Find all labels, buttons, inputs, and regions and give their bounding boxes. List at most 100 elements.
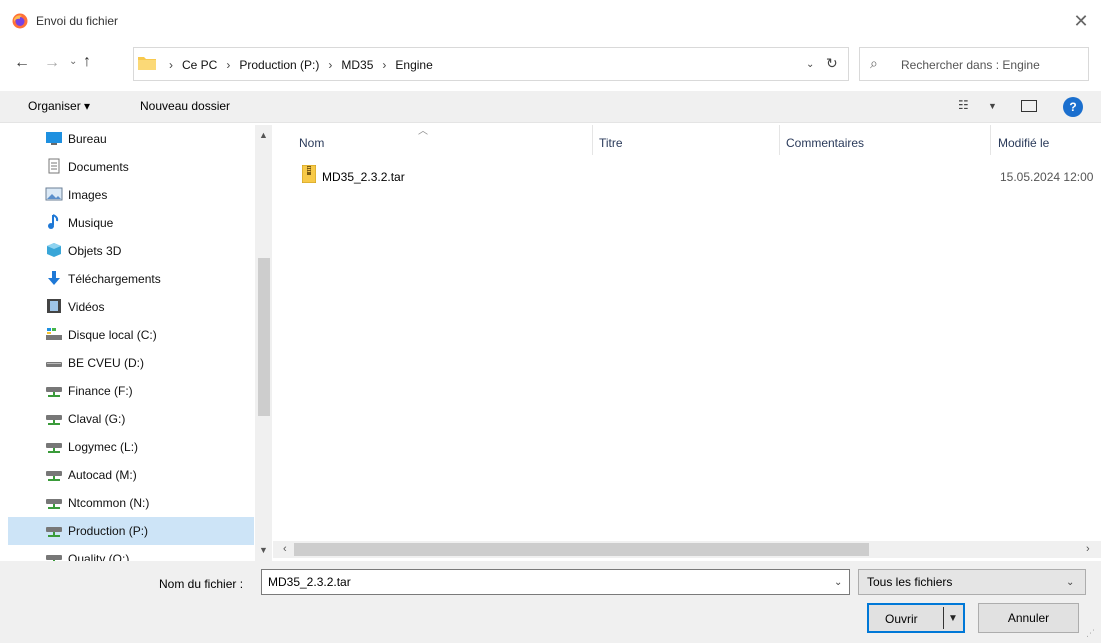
sidebar-item-documents[interactable]: Documents (8, 153, 254, 181)
column-divider[interactable] (592, 125, 593, 155)
close-icon: ✕ (1073, 11, 1089, 31)
title-bar (0, 0, 1101, 42)
desktop-icon (45, 130, 63, 146)
open-button-label: Ouvrir (885, 612, 918, 626)
preview-pane-icon[interactable] (1021, 100, 1037, 112)
sidebar-item-label: Bureau (68, 132, 107, 146)
sidebar-item-images[interactable]: Images (8, 181, 254, 209)
chevron-down-icon: ⌄ (806, 59, 815, 70)
documents-icon (45, 158, 63, 174)
up-button[interactable]: ↑ (83, 53, 91, 71)
column-header-modified[interactable]: Modifié le (998, 136, 1049, 150)
scroll-up-icon[interactable]: ▲ (259, 130, 268, 140)
filename-label: Nom du fichier : (159, 577, 244, 591)
file-modified-date: 15.05.2024 12:00 (1000, 170, 1094, 184)
cancel-button[interactable]: Annuler (978, 603, 1079, 633)
sidebar-item-label: Production (P:) (68, 524, 149, 538)
forward-button[interactable]: → (44, 54, 60, 72)
scroll-down-icon[interactable]: ▼ (259, 545, 268, 555)
sidebar-item-claval-g[interactable]: Claval (G:) (8, 405, 254, 433)
split-divider (943, 607, 944, 629)
sidebar-item-finance-f[interactable]: Finance (F:) (8, 377, 254, 405)
network-drive-icon (45, 494, 63, 510)
file-name[interactable]: MD35_2.3.2.tar (322, 170, 405, 184)
network-drive-icon (45, 522, 63, 538)
chevron-right-icon: › (169, 58, 173, 72)
search-placeholder: Rechercher dans : Engine (901, 58, 1040, 72)
filename-field[interactable]: MD35_2.3.2.tar (261, 569, 850, 595)
images-icon (45, 186, 63, 202)
column-header-comments[interactable]: Commentaires (786, 136, 864, 150)
sidebar-item-label: Images (68, 188, 108, 202)
sidebar-scrollbar-thumb[interactable] (258, 258, 270, 416)
sidebar-item-be-cveu-d[interactable]: BE CVEU (D:) (8, 349, 254, 377)
column-divider[interactable] (990, 125, 991, 155)
window-title: Envoi du fichier (36, 14, 119, 28)
videos-icon (45, 298, 63, 314)
breadcrumb-item[interactable]: Engine (395, 58, 432, 72)
column-header-title[interactable]: Titre (599, 136, 623, 150)
caret-down-icon: ▼ (948, 613, 958, 624)
folder-icon (138, 57, 156, 70)
objects-3d-icon (45, 242, 63, 258)
downloads-icon (45, 270, 63, 286)
chevron-down-icon: ⌄ (69, 56, 78, 67)
chevron-down-icon: ⌄ (1066, 577, 1075, 588)
caret-down-icon: ▼ (988, 101, 997, 111)
refresh-button[interactable]: ↻ (826, 55, 838, 72)
local-disk-icon (45, 326, 63, 342)
new-folder-button[interactable]: Nouveau dossier (140, 99, 230, 113)
sidebar-item-objets-3d[interactable]: Objets 3D (8, 237, 254, 265)
search-icon: ⌕ (870, 55, 878, 71)
close-button[interactable]: ✕ (1068, 8, 1094, 34)
refresh-icon: ↻ (826, 55, 838, 71)
sidebar-item-label: Logymec (L:) (68, 440, 139, 454)
sidebar-item-label: BE CVEU (D:) (68, 356, 145, 370)
table-row[interactable] (296, 160, 1101, 188)
sidebar-item-label: Disque local (C:) (68, 328, 157, 342)
network-drive-icon (45, 550, 63, 561)
filename-history-button[interactable]: ⌄ (834, 577, 842, 588)
view-dropdown-button[interactable]: ▼ (988, 101, 997, 111)
arrow-right-icon: → (44, 54, 60, 71)
network-drive-icon (45, 438, 63, 454)
sidebar-item-ntcommon-n[interactable]: Ntcommon (N:) (8, 489, 254, 517)
breadcrumb-item[interactable]: Ce PC (182, 58, 217, 72)
sidebar-item-vid-os[interactable]: Vidéos (8, 293, 254, 321)
sidebar-item-label: Téléchargements (68, 272, 161, 286)
sidebar-item-label: Ntcommon (N:) (68, 496, 150, 510)
resize-grip-icon[interactable]: ⋰ (1086, 628, 1095, 639)
breadcrumb-item[interactable]: MD35 (341, 58, 373, 72)
column-divider[interactable] (779, 125, 780, 155)
sidebar-item-label: Documents (68, 160, 129, 174)
file-type-select[interactable]: Tous les fichiers (858, 569, 1086, 595)
horizontal-scrollbar-thumb[interactable] (294, 543, 869, 556)
sidebar-item-disque-local-c[interactable]: Disque local (C:) (8, 321, 254, 349)
breadcrumb: › Ce PC › Production (P:) › MD35 › Engin… (160, 58, 433, 72)
music-icon (45, 214, 63, 230)
back-button[interactable]: ← (14, 54, 30, 72)
breadcrumb-item[interactable]: Production (P:) (239, 58, 319, 72)
view-options-icon[interactable]: ☷ (958, 98, 969, 112)
sidebar-item-label: Autocad (M:) (68, 468, 137, 482)
arrow-up-icon: ↑ (83, 53, 91, 70)
sidebar-item-label: Finance (F:) (68, 384, 133, 398)
sidebar-item-musique[interactable]: Musique (8, 209, 254, 237)
scroll-left-icon[interactable]: ‹ (283, 543, 287, 555)
sidebar-item-autocad-m[interactable]: Autocad (M:) (8, 461, 254, 489)
help-icon[interactable]: ? (1063, 97, 1083, 117)
sidebar-item-bureau[interactable]: Bureau (8, 125, 254, 153)
firefox-icon (12, 13, 28, 29)
sidebar-item-logymec-l[interactable]: Logymec (L:) (8, 433, 254, 461)
chevron-right-icon: › (382, 58, 387, 72)
address-history-button[interactable]: ⌄ (806, 59, 814, 70)
sidebar-item-t-l-chargements[interactable]: Téléchargements (8, 265, 254, 293)
sidebar-item-production-p[interactable]: Production (P:) (8, 517, 254, 545)
sidebar-item-label: Claval (G:) (68, 412, 126, 426)
open-options-button[interactable]: ▼ (948, 613, 958, 624)
scroll-right-icon[interactable]: › (1086, 543, 1090, 555)
column-header-name[interactable]: Nom (299, 136, 324, 150)
recent-locations-button[interactable]: ⌄ (69, 56, 77, 67)
sidebar-item-quality-q[interactable]: Quality (Q:) (8, 545, 254, 561)
organise-button[interactable]: Organiser ▾ (28, 99, 90, 113)
